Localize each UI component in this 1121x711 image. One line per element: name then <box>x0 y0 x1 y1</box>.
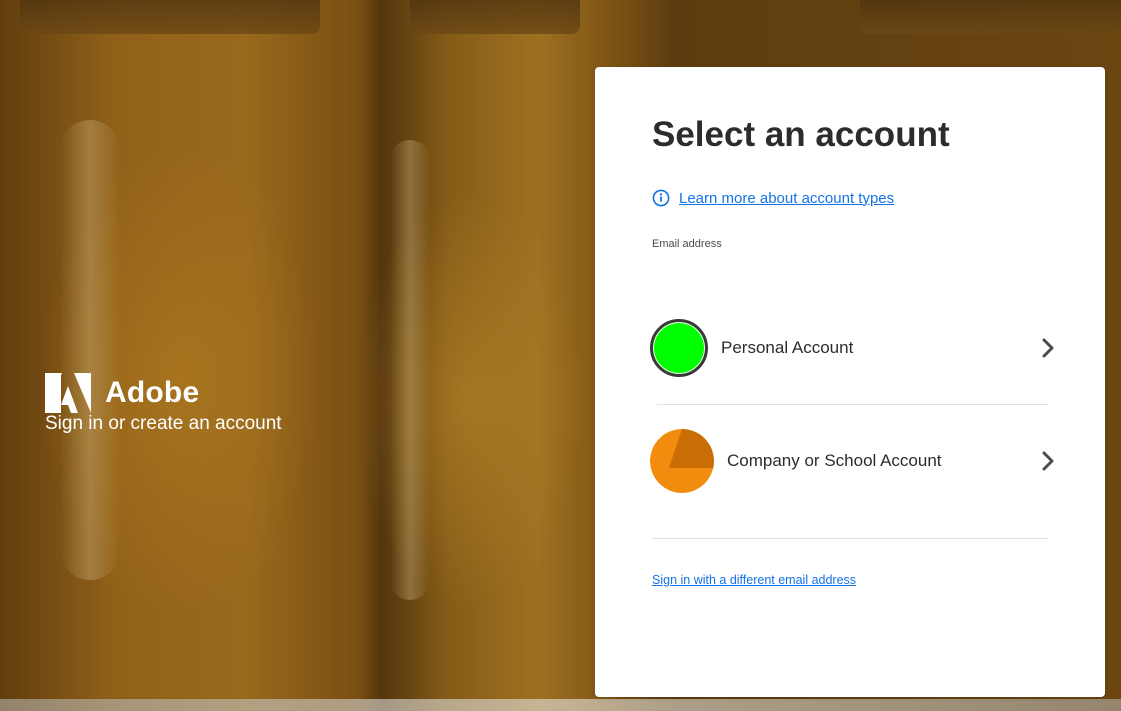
company-account-avatar <box>650 429 714 493</box>
different-email-link[interactable]: Sign in with a different email address <box>652 573 856 587</box>
page-title: Select an account <box>652 115 950 154</box>
brand-block: Adobe Sign in or create an account <box>45 373 282 435</box>
learn-more-link[interactable]: Learn more about account types <box>679 190 894 207</box>
brand-tagline: Sign in or create an account <box>45 413 282 434</box>
divider <box>657 404 1048 405</box>
background-shelf <box>0 699 1121 711</box>
account-select-card: Select an account Learn more about accou… <box>595 67 1105 697</box>
divider <box>652 538 1048 539</box>
personal-account-option[interactable]: Personal Account <box>650 316 1055 380</box>
info-circle-icon <box>652 189 670 207</box>
company-account-option[interactable]: Company or School Account <box>650 429 1055 493</box>
chevron-right-icon <box>1042 451 1054 471</box>
page: Adobe Sign in or create an account Selec… <box>0 0 1121 711</box>
brand-row: Adobe <box>45 373 282 413</box>
personal-account-avatar <box>650 319 708 377</box>
brand-name: Adobe <box>105 376 200 409</box>
learn-more-row: Learn more about account types <box>652 189 894 207</box>
adobe-logo-icon <box>45 373 91 413</box>
personal-account-label: Personal Account <box>721 338 854 357</box>
company-account-label: Company or School Account <box>727 451 942 470</box>
email-address-label: Email address <box>652 238 722 250</box>
chevron-right-icon <box>1042 338 1054 358</box>
